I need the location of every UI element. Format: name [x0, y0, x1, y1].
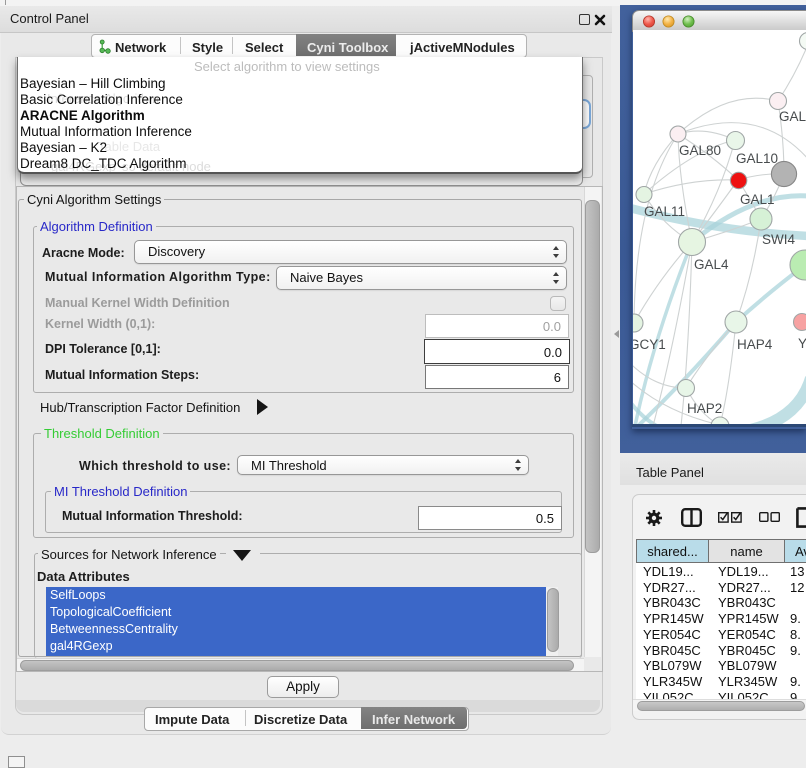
svg-text:GAL80: GAL80 [679, 143, 721, 158]
svg-text:Y: Y [798, 336, 806, 351]
svg-text:GAL: GAL [779, 109, 806, 124]
svg-text:GAL1: GAL1 [740, 192, 775, 207]
svg-text:HAP2: HAP2 [687, 401, 722, 416]
svg-text:GAL11: GAL11 [644, 204, 685, 219]
svg-text:GCY1: GCY1 [633, 337, 666, 352]
svg-text:GAL10: GAL10 [736, 151, 778, 166]
svg-text:GAL4: GAL4 [694, 257, 729, 272]
svg-text:HAP4: HAP4 [737, 337, 773, 352]
svg-text:SWI4: SWI4 [762, 232, 795, 247]
